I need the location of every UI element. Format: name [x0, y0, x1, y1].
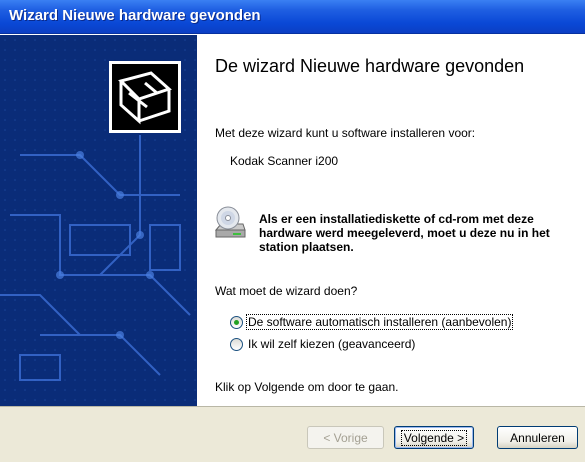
- next-button[interactable]: Volgende >: [394, 426, 474, 449]
- button-bar: < Vorige Volgende > Annuleren: [0, 406, 585, 462]
- question-label: Wat moet de wizard doen?: [215, 284, 358, 298]
- title-bar[interactable]: Wizard Nieuwe hardware gevonden: [0, 0, 585, 34]
- radio-manual[interactable]: [230, 337, 243, 351]
- cd-insert-note: Als er een installatiediskette of cd-rom…: [259, 212, 550, 254]
- option-manual[interactable]: Ik wil zelf kiezen (geavanceerd): [230, 337, 416, 351]
- cancel-button[interactable]: Annuleren: [497, 426, 578, 449]
- wizard-heading: De wizard Nieuwe hardware gevonden: [215, 56, 525, 76]
- wizard-content: De wizard Nieuwe hardware gevonden Met d…: [197, 35, 585, 406]
- hardware-wizard-icon: [107, 59, 183, 135]
- device-name: Kodak Scanner i200: [230, 154, 339, 168]
- cd-drive-icon: [214, 206, 246, 238]
- next-button-label: Volgende >: [400, 429, 468, 446]
- back-button[interactable]: < Vorige: [307, 426, 384, 449]
- intro-text: Met deze wizard kunt u software installe…: [215, 126, 476, 140]
- cancel-button-label: Annuleren: [510, 430, 565, 445]
- option-automatic[interactable]: De software automatisch installeren (aan…: [230, 314, 514, 330]
- continue-hint: Klik op Volgende om door te gaan.: [215, 380, 399, 394]
- option-manual-label[interactable]: Ik wil zelf kiezen (geavanceerd): [247, 337, 416, 351]
- option-automatic-label[interactable]: De software automatisch installeren (aan…: [245, 314, 514, 330]
- wizard-side-panel: [0, 35, 197, 406]
- radio-automatic[interactable]: [230, 315, 243, 329]
- back-button-label: < Vorige: [323, 430, 368, 445]
- window-title: Wizard Nieuwe hardware gevonden: [9, 7, 261, 24]
